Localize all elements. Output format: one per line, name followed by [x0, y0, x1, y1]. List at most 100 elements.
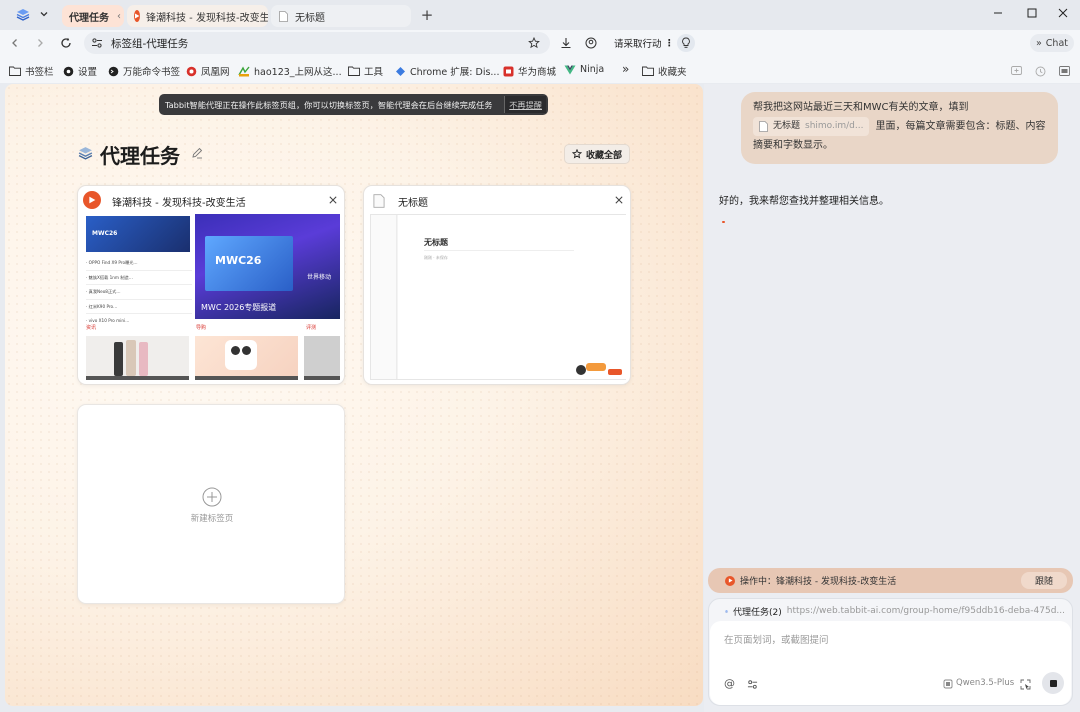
- context-url: https://web.tabbit-ai.com/group-home/f95…: [786, 606, 1065, 616]
- mwc-hero-banner: MWC26 世界移动 MWC 2026专题报道: [195, 214, 340, 319]
- section-label: 资讯: [86, 325, 97, 331]
- bookmark-item[interactable]: 书签栏: [9, 64, 54, 78]
- group-title: 代理任务: [100, 144, 180, 168]
- tab-card-untitled[interactable]: 无标题 无标题 刚刚 · 未保存: [363, 185, 631, 385]
- close-card-button[interactable]: [327, 194, 339, 206]
- document-icon: [759, 121, 768, 132]
- bookmark-label: 工具: [364, 67, 384, 78]
- more-vertical-icon: ⋮: [664, 37, 675, 49]
- chat-input-box[interactable]: 在页面划词，或截图提问 @ Qwen3.5-Plus: [710, 621, 1071, 705]
- phoenix-icon: [186, 66, 197, 77]
- chevron-down-icon[interactable]: [38, 8, 50, 20]
- document-icon: [372, 193, 386, 209]
- bookmark-label: 设置: [78, 67, 98, 78]
- model-chip-icon: [942, 678, 953, 689]
- news-list-item: · 魅族X搭载 1nm 制造…: [86, 271, 192, 285]
- chat-toggle-button[interactable]: » Chat: [1030, 34, 1074, 52]
- follow-button[interactable]: 跟随: [1021, 572, 1067, 589]
- typing-indicator: [722, 221, 725, 223]
- edit-pencil-icon[interactable]: [190, 146, 204, 160]
- tab-fengchao[interactable]: 锋潮科技 - 发现科技-改变生: [127, 5, 268, 27]
- maximize-button[interactable]: [1024, 5, 1040, 21]
- double-chevron-right-icon: »: [1035, 37, 1042, 49]
- bookmark-label: 收藏夹: [658, 67, 687, 78]
- profile-icon[interactable]: [584, 36, 598, 50]
- doc-sidebar: [371, 215, 397, 379]
- group-home-page: Tabbit智能代理正在操作此标签页组，你可以切换标签页，智能代理会在后台继续完…: [5, 84, 703, 706]
- user-message-line2: 里面，每篇文章需要包含：标题、内容: [875, 121, 1046, 132]
- bookmark-item[interactable]: Chrome 扩展: Dis...: [395, 64, 499, 78]
- download-icon[interactable]: [559, 36, 573, 50]
- panel-layout-icon[interactable]: [1058, 65, 1070, 77]
- stop-button[interactable]: [1042, 672, 1064, 694]
- bookmarks-overflow-button[interactable]: »: [622, 62, 629, 76]
- doc-page: 无标题 刚刚 · 未保存: [398, 215, 626, 379]
- new-tab-card[interactable]: 新建标签页: [77, 404, 345, 604]
- action-required-text: 请采取行动: [614, 39, 662, 50]
- fengchao-logo-icon: [83, 191, 101, 209]
- tabbit-logo-icon[interactable]: [16, 8, 30, 22]
- operating-status-text: 操作中：锋潮科技 - 发现科技-改变生活: [740, 577, 897, 587]
- doc-chip-title: 无标题: [773, 121, 801, 131]
- bookmark-item[interactable]: 收藏夹: [642, 64, 687, 78]
- context-row[interactable]: 代理任务(2) https://web.tabbit-ai.com/group-…: [725, 603, 1065, 619]
- new-tab-button[interactable]: +: [420, 5, 434, 25]
- stop-square-icon: [1049, 679, 1057, 687]
- close-card-button[interactable]: [613, 194, 625, 206]
- folder-icon: [642, 66, 654, 76]
- star-icon: [571, 149, 582, 159]
- tab-group-label-text: 代理任务: [69, 12, 109, 24]
- bookmark-item[interactable]: Ninja: [564, 64, 604, 75]
- tab-group-label[interactable]: 代理任务 ‹: [62, 5, 124, 27]
- forward-button[interactable]: [33, 36, 47, 50]
- assistant-message: 好的，我来帮您查找并整理相关信息。: [719, 196, 889, 207]
- tab-card-title: 无标题: [398, 198, 428, 209]
- back-button[interactable]: [8, 36, 22, 50]
- bookmark-label: Ninja: [580, 64, 605, 75]
- bookmark-item[interactable]: 华为商城: [503, 64, 556, 78]
- doc-reference-chip[interactable]: 无标题 shimo.im/d...: [753, 117, 870, 136]
- screenshot-icon[interactable]: [1019, 678, 1031, 690]
- bookmark-item[interactable]: 万能命令书签: [108, 64, 180, 78]
- site-settings-icon[interactable]: [90, 36, 104, 50]
- command-icon: [108, 66, 119, 77]
- mention-icon[interactable]: @: [723, 677, 736, 690]
- close-window-button[interactable]: [1055, 5, 1071, 21]
- user-message-line3: 摘要和字数显示。: [753, 140, 833, 151]
- news-banner-text: MWC26: [92, 230, 118, 237]
- extension-icon: [395, 66, 406, 77]
- doc-chip-url: shimo.im/d...: [805, 121, 864, 131]
- bookmark-item[interactable]: 设置: [63, 64, 97, 78]
- collect-all-button[interactable]: 收藏全部: [564, 144, 630, 164]
- section-label: 导购: [196, 325, 207, 331]
- tab-group-icon: [77, 145, 93, 161]
- operating-status-bar: 操作中：锋潮科技 - 发现科技-改变生活 跟随: [708, 568, 1073, 593]
- history-icon[interactable]: [1034, 65, 1046, 77]
- model-selector[interactable]: Qwen3.5-Plus: [956, 678, 1014, 688]
- folder-icon: [9, 66, 21, 76]
- tab-untitled[interactable]: 无标题: [271, 5, 411, 27]
- mwc-hero-title: MWC26: [215, 254, 262, 267]
- context-title: 代理任务(2): [733, 607, 782, 618]
- tab-card-fengchao[interactable]: 锋潮科技 - 发现科技-改变生活 MWC26 · OPPO Find X9 Pr…: [77, 185, 345, 385]
- fengchao-logo-icon: [725, 575, 735, 586]
- news-list-item: · vivo X10 Pro mini…: [86, 318, 130, 323]
- address-bar[interactable]: 标签组-代理任务: [84, 32, 550, 54]
- tab-thumbnail-untitled: 无标题 刚刚 · 未保存: [370, 214, 626, 380]
- mwc-hero-caption: MWC 2026专题报道: [201, 303, 277, 312]
- bookmark-item[interactable]: 工具: [348, 64, 383, 78]
- gear-icon: [63, 66, 74, 77]
- settings-sliders-icon[interactable]: [746, 678, 758, 690]
- dismiss-notice-button[interactable]: 不再提醒: [504, 96, 546, 113]
- action-required-chip[interactable]: 请采取行动 ⋮: [609, 34, 679, 52]
- bookmark-star-icon[interactable]: [527, 36, 541, 50]
- bookmark-label: 万能命令书签: [123, 67, 181, 78]
- bookmark-item[interactable]: hao123_上网从这...: [238, 64, 342, 78]
- new-chat-icon[interactable]: [1010, 65, 1022, 77]
- bookmark-item[interactable]: 凤凰网: [186, 64, 230, 78]
- agent-notice-text: Tabbit智能代理正在操作此标签页组，你可以切换标签页，智能代理会在后台继续完…: [165, 99, 493, 110]
- reload-button[interactable]: [59, 36, 73, 50]
- lightbulb-icon[interactable]: [677, 34, 695, 52]
- product-image: [195, 336, 298, 380]
- minimize-button[interactable]: [990, 5, 1006, 21]
